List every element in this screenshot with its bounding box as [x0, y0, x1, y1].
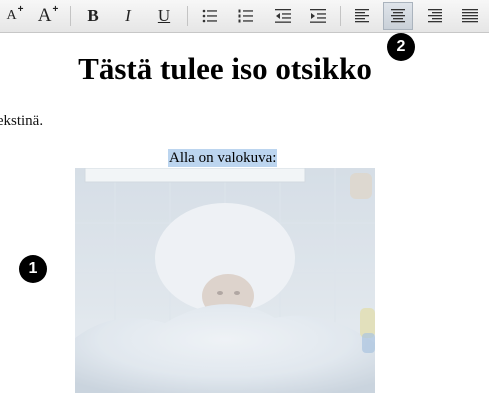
align-center-button[interactable]	[383, 2, 413, 30]
italic-button[interactable]: I	[113, 2, 143, 30]
body-text-fragment[interactable]: ätekstinä.	[0, 113, 43, 130]
bath-foam-photo[interactable]	[75, 168, 375, 393]
indent-button[interactable]	[303, 2, 333, 30]
align-left-button[interactable]	[348, 2, 378, 30]
bulleted-list-button[interactable]	[195, 2, 225, 30]
editor-document[interactable]: Tästä tulee iso otsikko ätekstinä. Alla …	[0, 33, 489, 415]
underline-button[interactable]: U	[149, 2, 179, 30]
align-right-icon	[428, 9, 442, 23]
numbered-list-icon	[238, 9, 253, 23]
annotation-badge-1: 1	[19, 255, 47, 283]
align-justify-icon	[462, 9, 478, 23]
align-center-icon	[391, 9, 405, 23]
outdent-icon	[275, 9, 291, 23]
formatting-toolbar: A + A + B I U	[0, 0, 489, 33]
plus-sup-icon: +	[52, 3, 59, 15]
outdent-button[interactable]	[268, 2, 298, 30]
bold-button[interactable]: B	[78, 2, 108, 30]
italic-icon: I	[125, 6, 131, 25]
bulleted-list-icon	[202, 9, 217, 23]
font-size-increase-icon: A	[37, 5, 52, 26]
align-right-button[interactable]	[419, 2, 449, 30]
font-size-increase-button[interactable]: A +	[33, 2, 63, 30]
align-left-icon	[355, 9, 369, 23]
minus-sup-icon: +	[17, 3, 24, 15]
toolbar-separator	[70, 6, 71, 26]
photo-image	[75, 168, 375, 393]
font-size-decrease-icon: A	[6, 8, 17, 23]
document-heading[interactable]: Tästä tulee iso otsikko	[0, 51, 450, 87]
indent-icon	[310, 9, 326, 23]
selected-caption-text[interactable]: Alla on valokuva:	[168, 149, 278, 167]
toolbar-separator	[340, 6, 341, 26]
annotation-badge-2: 2	[387, 33, 415, 61]
bold-icon: B	[87, 6, 99, 25]
underline-icon: U	[157, 6, 171, 25]
toolbar-separator	[187, 6, 188, 26]
numbered-list-button[interactable]	[231, 2, 261, 30]
font-size-decrease-button[interactable]: A +	[0, 2, 30, 30]
align-justify-button[interactable]	[455, 2, 485, 30]
